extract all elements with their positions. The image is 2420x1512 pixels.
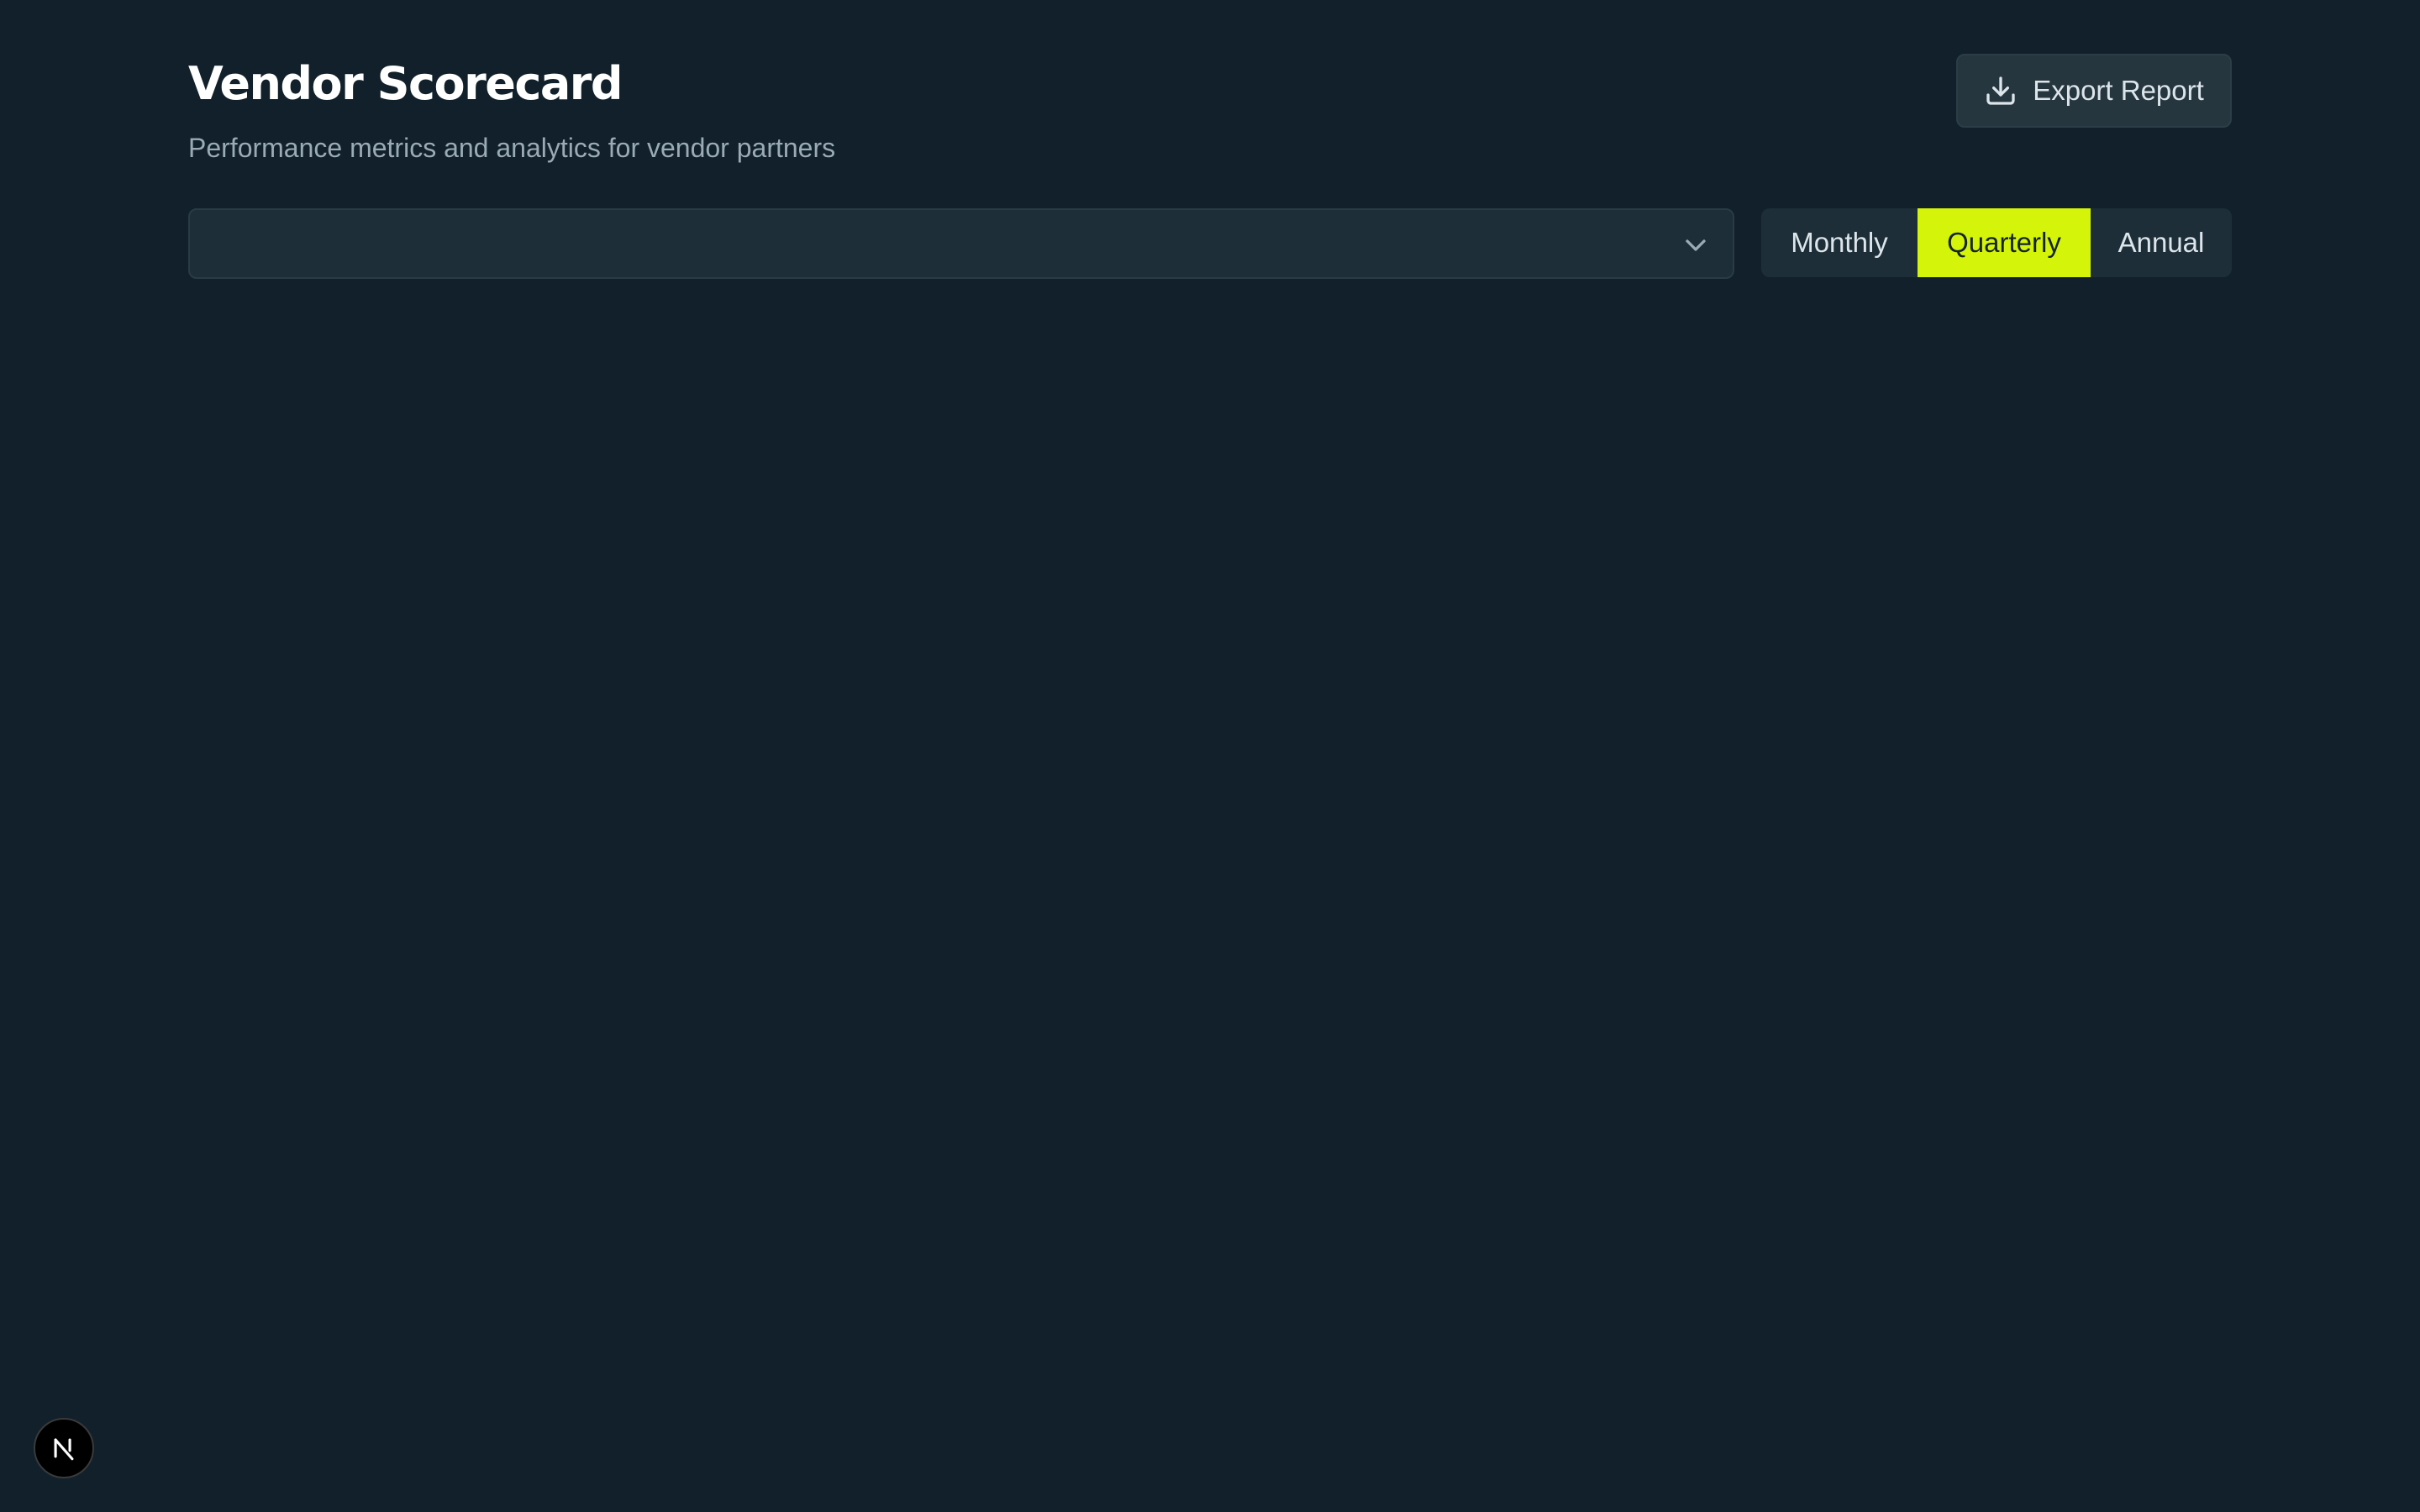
download-icon	[1984, 74, 2018, 108]
vendor-select[interactable]	[188, 208, 1734, 279]
page-title: Vendor Scorecard	[188, 57, 623, 110]
period-monthly-button[interactable]: Monthly	[1761, 208, 1918, 277]
page-header: Vendor Scorecard Performance metrics and…	[188, 50, 2232, 185]
page-subtitle: Performance metrics and analytics for ve…	[188, 133, 836, 163]
export-report-label: Export Report	[2033, 75, 2204, 106]
period-toggle-group: Monthly Quarterly Annual	[1761, 208, 2232, 277]
vendor-scorecard-page: Vendor Scorecard Performance metrics and…	[0, 0, 2420, 1512]
export-report-button[interactable]: Export Report	[1956, 54, 2232, 128]
filter-controls: Monthly Quarterly Annual	[188, 208, 2232, 279]
next-logo-icon	[50, 1434, 78, 1462]
period-quarterly-button[interactable]: Quarterly	[1918, 208, 2091, 277]
chevron-down-icon	[1679, 228, 1712, 262]
dev-tools-badge[interactable]	[34, 1418, 94, 1478]
period-annual-button[interactable]: Annual	[2091, 208, 2232, 277]
